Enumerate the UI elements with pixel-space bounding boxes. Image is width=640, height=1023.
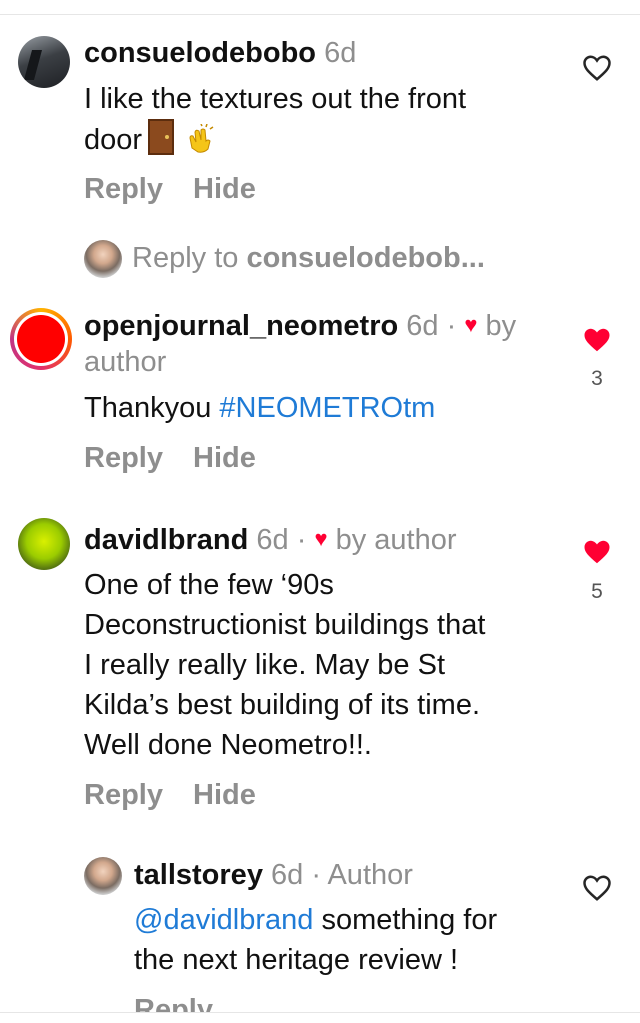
hide-button[interactable]: Hide [193, 779, 256, 811]
username[interactable]: tallstorey [134, 859, 263, 891]
hide-button[interactable]: Hide [193, 442, 256, 474]
comment-header: openjournal_neometro 6d · ♥ by [84, 305, 516, 346]
comment-text: Thankyou #NEOMETROtm [84, 388, 435, 428]
reply-button[interactable]: Reply [84, 173, 163, 205]
comment-text-line: One of the few ‘90s [84, 569, 334, 601]
reply-button[interactable]: Reply [134, 990, 213, 1012]
timestamp: 6d · [406, 310, 457, 342]
comment-actions: Reply Hide [84, 775, 256, 815]
heart-filled-icon[interactable] [582, 325, 612, 355]
reply-text: something for [313, 904, 498, 936]
hashtag-link[interactable]: #NEOMETROtm [219, 392, 435, 424]
comment-actions: Reply Hide [84, 169, 256, 209]
comment-text-line: I really really like. May be St [84, 649, 446, 681]
liked-by-author-heart-icon: ♥ [464, 312, 478, 337]
comment-header: consuelodebobo 6d [84, 33, 356, 73]
avatar-openjournal_neometro[interactable] [10, 308, 72, 370]
author-badge: Author [327, 859, 413, 891]
comment-text: I like the textures out the front [84, 83, 467, 115]
comment-text-line: Deconstructionist buildings that [84, 609, 486, 641]
reply-button[interactable]: Reply [84, 442, 163, 474]
reply-to-field[interactable]: Reply to consuelodebob... [132, 238, 485, 278]
heart-outline-icon[interactable] [582, 53, 612, 83]
liked-by-label: by author [335, 524, 457, 556]
timestamp: 6d [324, 37, 357, 69]
avatar-davidlbrand[interactable] [18, 518, 70, 570]
reply-text-line2: the next heritage review ! [134, 944, 459, 976]
top-divider [0, 14, 640, 15]
reply-to-target: consuelodebob... [246, 242, 485, 274]
avatar-ring-gap [14, 312, 68, 366]
comment-text-line: Kilda’s best building of its time. [84, 689, 481, 721]
reply-text-line: @davidlbrand something for [134, 900, 497, 940]
reply-button[interactable]: Reply [84, 779, 163, 811]
clapping-hands-emoji-icon [189, 124, 214, 153]
like-count: 5 [591, 580, 603, 603]
comment-text-line2: door [84, 119, 216, 160]
comment-header: davidlbrand 6d · ♥ by author [84, 519, 457, 560]
avatar-image [17, 315, 65, 363]
hide-button[interactable]: Hide [193, 173, 256, 205]
comment-text-main: Thankyou [84, 392, 212, 424]
mention-link[interactable]: @davidlbrand [134, 904, 313, 936]
reply-header: tallstorey 6d · Author [134, 855, 413, 895]
comment-text-line: Well done Neometro!!. [84, 729, 372, 761]
bottom-divider [0, 1012, 640, 1013]
timestamp: 6d · [271, 859, 321, 891]
current-user-avatar [84, 240, 122, 278]
liked-by-label-2: author [84, 346, 167, 378]
reply-to-prefix: Reply to [132, 242, 239, 274]
avatar-tallstorey[interactable] [84, 857, 122, 895]
liked-by-author-heart-icon: ♥ [314, 526, 328, 551]
username[interactable]: davidlbrand [84, 524, 248, 556]
liked-by-label: by [485, 310, 517, 342]
comment-actions: Reply Hide [84, 438, 256, 478]
avatar-consuelodebobo[interactable] [18, 36, 70, 88]
comment-text-word: door [84, 124, 143, 156]
heart-filled-icon[interactable] [582, 537, 612, 567]
timestamp: 6d · [256, 524, 307, 556]
door-emoji-icon [148, 119, 175, 155]
heart-outline-icon[interactable] [582, 873, 612, 903]
like-count: 3 [591, 367, 603, 390]
username[interactable]: openjournal_neometro [84, 310, 398, 342]
username[interactable]: consuelodebobo [84, 37, 316, 69]
